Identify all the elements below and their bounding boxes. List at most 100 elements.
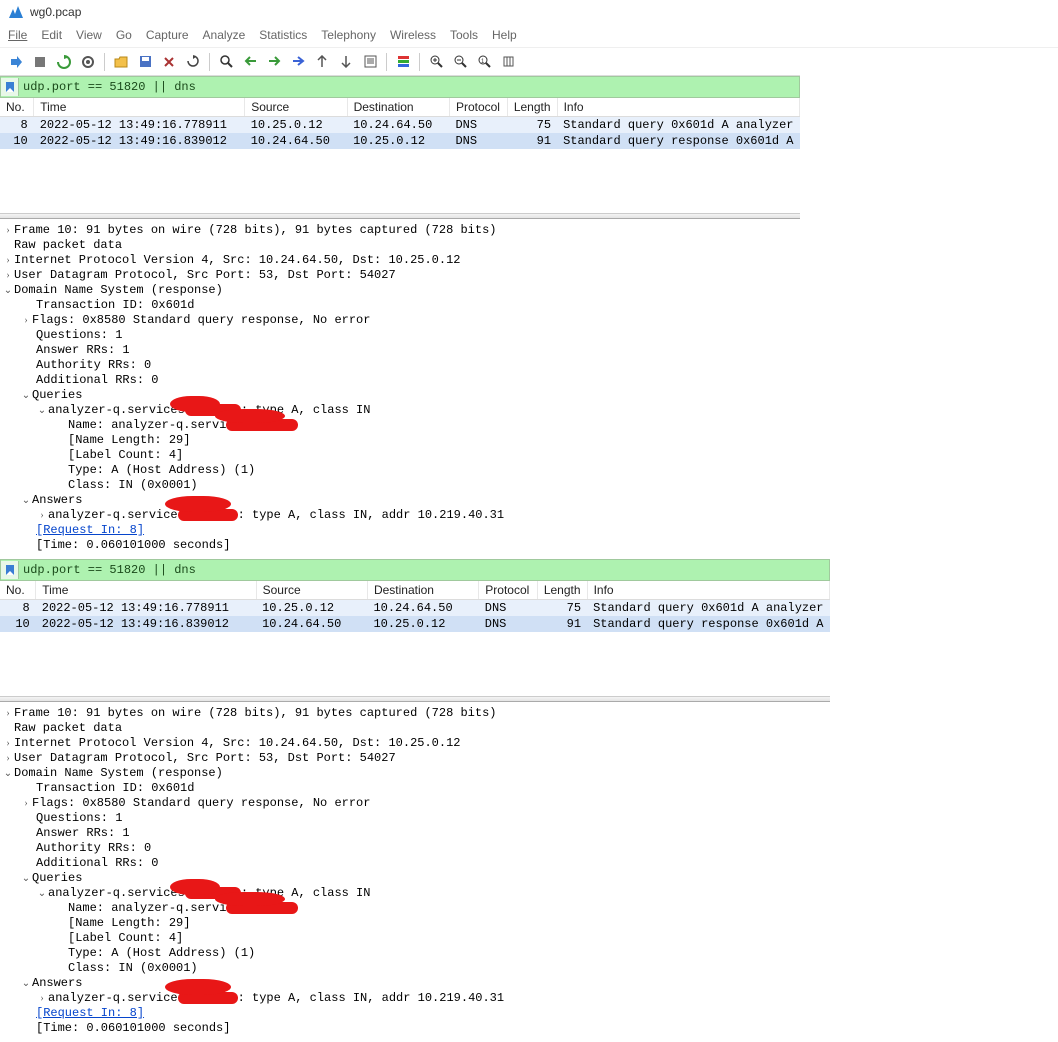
col-length[interactable]: Length (537, 581, 587, 600)
expand-icon[interactable]: › (36, 991, 48, 1006)
answers-line[interactable]: Answers (32, 976, 82, 991)
txid-line[interactable]: Transaction ID: 0x601d (36, 781, 194, 796)
col-time[interactable]: Time (36, 581, 256, 600)
col-no[interactable]: No. (0, 98, 34, 117)
answer-entry[interactable]: analyzer-q.service: type A, class IN, ad… (48, 991, 504, 1006)
packet-list-header[interactable]: No. Time Source Destination Protocol Len… (0, 98, 800, 117)
menu-analyze[interactable]: Analyze (203, 28, 246, 43)
udp-line[interactable]: User Datagram Protocol, Src Port: 53, Ds… (14, 751, 396, 766)
dns-line[interactable]: Domain Name System (response) (14, 766, 223, 781)
restart-capture-icon[interactable] (54, 52, 74, 72)
packet-row[interactable]: 8 2022-05-12 13:49:16.778911 10.25.0.12 … (0, 600, 830, 617)
frame-line[interactable]: Frame 10: 91 bytes on wire (728 bits), 9… (14, 706, 496, 721)
name-length-line[interactable]: [Name Length: 29] (68, 433, 190, 448)
zoom-in-icon[interactable] (426, 52, 446, 72)
packet-row-selected[interactable]: 10 2022-05-12 13:49:16.839012 10.24.64.5… (0, 616, 830, 632)
menu-go[interactable]: Go (116, 28, 132, 43)
packet-list[interactable]: No. Time Source Destination Protocol Len… (0, 98, 800, 149)
col-length[interactable]: Length (507, 98, 557, 117)
collapse-icon[interactable]: ⌄ (36, 886, 48, 901)
packet-list-header[interactable]: No. Time Source Destination Protocol Len… (0, 581, 830, 600)
ip-line[interactable]: Internet Protocol Version 4, Src: 10.24.… (14, 253, 460, 268)
start-capture-icon[interactable] (6, 52, 26, 72)
go-first-icon[interactable] (312, 52, 332, 72)
go-forward-icon[interactable] (264, 52, 284, 72)
collapse-icon[interactable]: ⌄ (20, 388, 32, 403)
go-to-packet-icon[interactable] (288, 52, 308, 72)
col-protocol[interactable]: Protocol (449, 98, 507, 117)
menu-telephony[interactable]: Telephony (321, 28, 376, 43)
udp-line[interactable]: User Datagram Protocol, Src Port: 53, Ds… (14, 268, 396, 283)
answer-rrs-line[interactable]: Answer RRs: 1 (36, 343, 130, 358)
flags-line[interactable]: Flags: 0x8580 Standard query response, N… (32, 313, 370, 328)
raw-line[interactable]: Raw packet data (14, 721, 122, 736)
answers-line[interactable]: Answers (32, 493, 82, 508)
dns-line[interactable]: Domain Name System (response) (14, 283, 223, 298)
display-filter-bar[interactable] (0, 76, 800, 98)
menu-wireless[interactable]: Wireless (390, 28, 436, 43)
colorize-icon[interactable] (393, 52, 413, 72)
request-in-link[interactable]: [Request In: 8] (36, 1006, 144, 1021)
options-icon[interactable] (78, 52, 98, 72)
col-time[interactable]: Time (34, 98, 245, 117)
collapse-icon[interactable]: ⌄ (2, 283, 14, 298)
addl-rrs-line[interactable]: Additional RRs: 0 (36, 373, 158, 388)
time-delta-line[interactable]: [Time: 0.060101000 seconds] (36, 538, 230, 553)
auth-rrs-line[interactable]: Authority RRs: 0 (36, 358, 151, 373)
raw-line[interactable]: Raw packet data (14, 238, 122, 253)
col-no[interactable]: No. (0, 581, 36, 600)
collapse-icon[interactable]: ⌄ (20, 976, 32, 991)
auto-scroll-icon[interactable] (360, 52, 380, 72)
expand-icon[interactable]: › (36, 508, 48, 523)
request-in-link[interactable]: [Request In: 8] (36, 523, 144, 538)
col-destination[interactable]: Destination (347, 98, 449, 117)
zoom-out-icon[interactable] (450, 52, 470, 72)
expand-icon[interactable]: › (2, 268, 14, 283)
packet-row-selected[interactable]: 10 2022-05-12 13:49:16.839012 10.24.64.5… (0, 133, 800, 149)
query-entry[interactable]: analyzer-q.services: type A, class IN (48, 886, 370, 901)
query-entry[interactable]: analyzer-q.services: type A, class IN (48, 403, 370, 418)
menu-capture[interactable]: Capture (146, 28, 189, 43)
answer-rrs-line[interactable]: Answer RRs: 1 (36, 826, 130, 841)
display-filter-input[interactable] (19, 80, 799, 94)
query-class-line[interactable]: Class: IN (0x0001) (68, 961, 198, 976)
expand-icon[interactable]: › (2, 223, 14, 238)
query-name[interactable]: Name: analyzer-q.servi (68, 418, 298, 433)
time-delta-line[interactable]: [Time: 0.060101000 seconds] (36, 1021, 230, 1036)
name-length-line[interactable]: [Name Length: 29] (68, 916, 190, 931)
answer-entry[interactable]: analyzer-q.service: type A, class IN, ad… (48, 508, 504, 523)
col-source[interactable]: Source (256, 581, 367, 600)
filter-bookmark-icon[interactable] (1, 78, 19, 96)
query-class-line[interactable]: Class: IN (0x0001) (68, 478, 198, 493)
col-source[interactable]: Source (245, 98, 347, 117)
query-type-line[interactable]: Type: A (Host Address) (1) (68, 463, 255, 478)
col-protocol[interactable]: Protocol (479, 581, 538, 600)
open-file-icon[interactable] (111, 52, 131, 72)
menu-file[interactable]: File (8, 28, 27, 43)
zoom-reset-icon[interactable]: 1 (474, 52, 494, 72)
collapse-icon[interactable]: ⌄ (20, 493, 32, 508)
packet-list[interactable]: No. Time Source Destination Protocol Len… (0, 581, 830, 632)
collapse-icon[interactable]: ⌄ (20, 871, 32, 886)
expand-icon[interactable]: › (2, 253, 14, 268)
reload-icon[interactable] (183, 52, 203, 72)
expand-icon[interactable]: › (2, 706, 14, 721)
save-file-icon[interactable] (135, 52, 155, 72)
menu-view[interactable]: View (76, 28, 102, 43)
packet-row[interactable]: 8 2022-05-12 13:49:16.778911 10.25.0.12 … (0, 117, 800, 134)
display-filter-bar[interactable] (0, 559, 830, 581)
label-count-line[interactable]: [Label Count: 4] (68, 931, 183, 946)
packet-details-pane[interactable]: ›Frame 10: 91 bytes on wire (728 bits), … (0, 219, 800, 559)
packet-details-pane[interactable]: ›Frame 10: 91 bytes on wire (728 bits), … (0, 702, 830, 1042)
filter-bookmark-icon[interactable] (1, 561, 19, 579)
questions-line[interactable]: Questions: 1 (36, 328, 122, 343)
go-last-icon[interactable] (336, 52, 356, 72)
auth-rrs-line[interactable]: Authority RRs: 0 (36, 841, 151, 856)
menu-help[interactable]: Help (492, 28, 517, 43)
expand-icon[interactable]: › (2, 736, 14, 751)
questions-line[interactable]: Questions: 1 (36, 811, 122, 826)
queries-line[interactable]: Queries (32, 871, 82, 886)
collapse-icon[interactable]: ⌄ (2, 766, 14, 781)
find-icon[interactable] (216, 52, 236, 72)
menu-tools[interactable]: Tools (450, 28, 478, 43)
